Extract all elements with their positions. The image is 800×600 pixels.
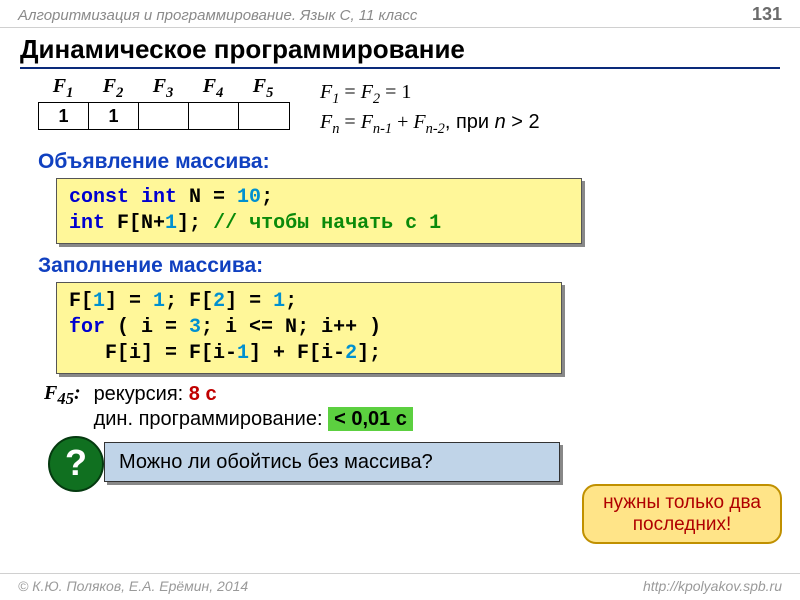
kw: const int	[69, 186, 177, 209]
code: ];	[357, 342, 381, 365]
content: F1 F2 F3 F4 F5 1 1 F1 = F2 = 1 Fn = Fn-1…	[0, 75, 800, 490]
text: дин. программирование:	[94, 408, 329, 430]
page-footer: © К.Ю. Поляков, Е.А. Ерёмин, 2014 http:/…	[0, 573, 800, 600]
num: 1	[93, 290, 105, 313]
page-header: Алгоритмизация и программирование. Язык …	[0, 0, 800, 28]
timing-line2: дин. программирование: < 0,01 с	[94, 407, 413, 431]
num: 1	[273, 290, 285, 313]
question-mark-icon: ?	[48, 436, 104, 492]
fib-cells: 1 1	[38, 102, 290, 130]
page-title: Динамическое программирование	[20, 34, 780, 69]
fib-label: F5	[238, 75, 288, 102]
fib-cell: 1	[39, 103, 89, 129]
kw: int	[69, 212, 105, 235]
fib-cell	[139, 103, 189, 129]
fib-formula: F1 = F2 = 1 Fn = Fn-1 + Fn-2, при n > 2	[320, 75, 540, 140]
num: 1	[165, 212, 177, 235]
footer-url: http://kpolyakov.spb.ru	[643, 578, 782, 594]
code: ] =	[105, 290, 153, 313]
fib-cell: 1	[89, 103, 139, 129]
code: F[i] = F[i-	[69, 342, 237, 365]
comment: // чтобы начать с 1	[213, 212, 441, 235]
code: F[N+	[105, 212, 165, 235]
code: ] =	[225, 290, 273, 313]
fibonacci-row: F1 F2 F3 F4 F5 1 1 F1 = F2 = 1 Fn = Fn-1…	[38, 75, 772, 140]
timing-line1: рекурсия: 8 с	[94, 383, 217, 405]
code: F[	[69, 290, 93, 313]
timing-block: F45: рекурсия: 8 с дин. программирование…	[44, 382, 772, 432]
code: ; F[	[165, 290, 213, 313]
code: ] + F[i-	[249, 342, 345, 365]
fib-labels: F1 F2 F3 F4 F5	[38, 75, 290, 102]
section-label-fill: Заполнение массива:	[38, 254, 772, 278]
code: ;	[261, 186, 273, 209]
value: < 0,01 с	[328, 407, 413, 431]
copyright: © К.Ю. Поляков, Е.А. Ерёмин, 2014	[18, 578, 248, 594]
num: 2	[345, 342, 357, 365]
f45-label: F45:	[44, 382, 88, 409]
fib-label: F1	[38, 75, 88, 102]
course-title: Алгоритмизация и программирование. Язык …	[18, 7, 417, 24]
fib-label: F4	[188, 75, 238, 102]
num: 10	[237, 186, 261, 209]
fib-cell	[189, 103, 239, 129]
num: 1	[153, 290, 165, 313]
code-block-declare: const int N = 10; int F[N+1]; // чтобы н…	[56, 178, 582, 244]
fib-table: F1 F2 F3 F4 F5 1 1	[38, 75, 290, 130]
fib-label: F2	[88, 75, 138, 102]
callout: нужны только два последних!	[582, 484, 782, 544]
num: 2	[213, 290, 225, 313]
fib-label: F3	[138, 75, 188, 102]
code: ;	[285, 290, 297, 313]
question-bubble: Можно ли обойтись без массива?	[104, 442, 560, 482]
code: ; i <= N; i++ )	[201, 316, 381, 339]
fib-cell	[239, 103, 289, 129]
code: ];	[177, 212, 213, 235]
code: N =	[177, 186, 237, 209]
question-row: Можно ли обойтись без массива? ?	[44, 440, 772, 490]
value: 8 с	[189, 383, 217, 405]
num: 1	[237, 342, 249, 365]
section-label-declare: Объявление массива:	[38, 150, 772, 174]
code: ( i =	[105, 316, 189, 339]
code-block-fill: F[1] = 1; F[2] = 1; for ( i = 3; i <= N;…	[56, 282, 562, 374]
page-number: 131	[752, 4, 782, 25]
num: 3	[189, 316, 201, 339]
text: рекурсия:	[94, 383, 189, 405]
kw: for	[69, 316, 105, 339]
